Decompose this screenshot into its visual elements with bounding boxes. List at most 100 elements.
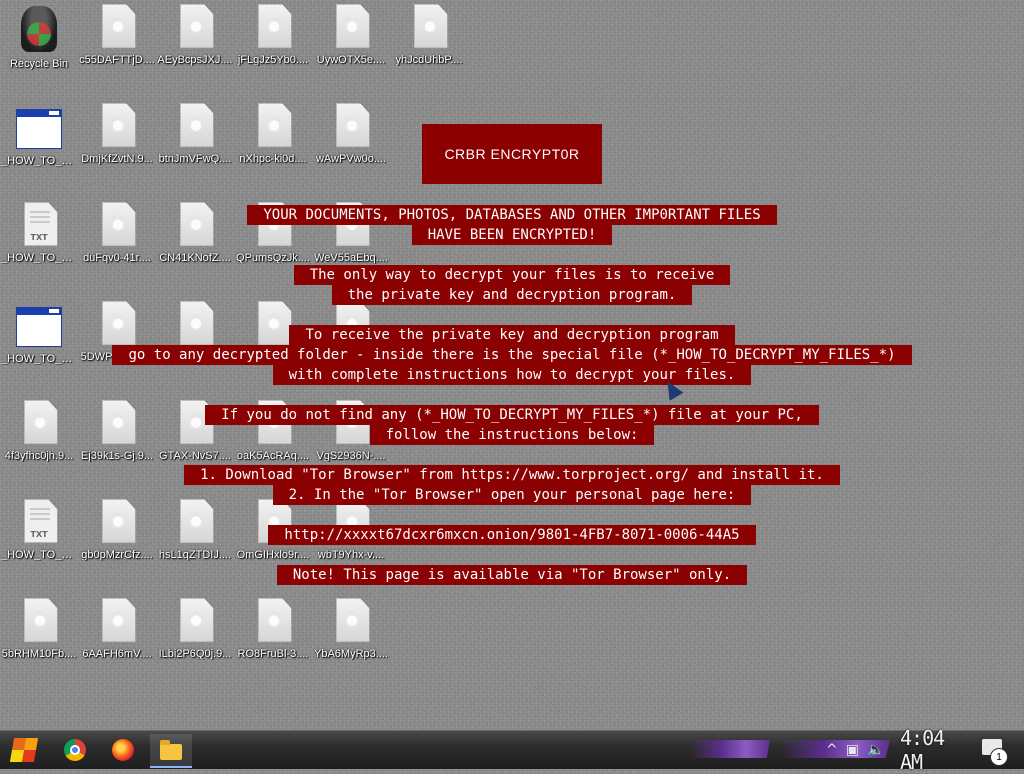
icon-label: AEyBcpsJXJ....: [157, 54, 233, 66]
icon-label: 4f3yfhc0jh.9...: [4, 450, 74, 462]
file-icon: [335, 400, 370, 444]
desktop-file[interactable]: QPumsQzJk....: [234, 202, 312, 292]
taskbar-clock[interactable]: 4:04 AM: [900, 726, 966, 774]
desktop-file[interactable]: hsL1qZTDIJ....: [156, 499, 234, 589]
file-icon: [101, 4, 136, 48]
recycle-bin-shortcut[interactable]: Recycle Bin: [0, 4, 78, 94]
desktop-file[interactable]: VgS2936N-....: [312, 400, 390, 490]
file-icon: [23, 400, 58, 444]
icon-label: jFLgJz5Yb0....: [237, 54, 309, 66]
desktop-file[interactable]: 4f3yfhc0jh.9...: [0, 400, 78, 490]
icon-label: btnJmVFwQ....: [158, 153, 232, 165]
file-icon: [335, 202, 370, 246]
desktop-file[interactable]: GTAX-NvS7....: [156, 400, 234, 490]
desktop-file[interactable]: duFqv0-41r....: [78, 202, 156, 292]
desktop-file[interactable]: wAwPVw0o....: [312, 103, 390, 193]
desktop-file[interactable]: XVzyjI5H9F....: [312, 301, 390, 391]
icon-label: ILbi2P6Q0j.9...: [158, 648, 232, 660]
desktop-file[interactable]: yhJcdUhbP....: [390, 4, 468, 94]
file-icon: [179, 4, 214, 48]
file-icon: [179, 499, 214, 543]
desktop-file[interactable]: OmGIHxlo9r....: [234, 499, 312, 589]
folder-icon: [160, 740, 182, 760]
icon-label: gb0pMzrCfz....: [81, 549, 153, 561]
desktop-file[interactable]: WeV55aEbq....: [312, 202, 390, 292]
file-icon: [179, 103, 214, 147]
icon-label: wAwPVw0o....: [315, 153, 387, 165]
icon-label: RO8FruBl-3....: [237, 648, 309, 660]
file-icon: [179, 400, 214, 444]
desktop-file[interactable]: jFLgJz5Yb0....: [234, 4, 312, 94]
file-icon: [257, 598, 292, 642]
icon-label: yhJcdUhbP....: [395, 54, 463, 66]
desktop-file[interactable]: 5bRHM10Fb....: [0, 598, 78, 688]
file-icon: [413, 4, 448, 48]
icon-label: 6AAFH6mV....: [82, 648, 152, 660]
file-icon: [101, 400, 136, 444]
txt-file-icon: TXT: [23, 202, 58, 246]
desktop-hta-file[interactable]: _HOW_TO_D...: [0, 301, 78, 391]
icon-label: YbA6MyRp3....: [314, 648, 388, 660]
desktop-file[interactable]: btnJmVFwQ....: [156, 103, 234, 193]
icon-label: Recycle Bin: [9, 58, 69, 70]
desktop-file[interactable]: YbA6MyRp3....: [312, 598, 390, 688]
icon-label: UywOTX5e....: [316, 54, 386, 66]
desktop-txt-file[interactable]: TXT _HOW_TO_D...: [0, 202, 78, 292]
file-icon: [335, 4, 370, 48]
file-icon: [257, 499, 292, 543]
desktop-file[interactable]: nXhpc-ki0d....: [234, 103, 312, 193]
desktop-file[interactable]: c55DAFTTjD....: [78, 4, 156, 94]
icon-label: Ej39k1s-Gj.9...: [80, 450, 154, 462]
file-icon: [335, 103, 370, 147]
icon-label: DmjKfZvtN.9...: [81, 153, 153, 165]
icon-label: _HOW_TO_D...: [1, 252, 77, 264]
show-hidden-icons-chevron-icon[interactable]: ^: [826, 742, 838, 758]
desktop: Recycle Bin c55DAFTTjD.... AEyBcpsJXJ...…: [0, 0, 1024, 730]
network-icon[interactable]: ▣: [846, 742, 859, 758]
desktop-file[interactable]: Cou0uqpZB....: [156, 301, 234, 391]
icon-label: WeV55aEbq....: [314, 252, 388, 264]
desktop-txt-file[interactable]: TXT _HOW_TO_D...: [0, 499, 78, 589]
file-icon: [101, 499, 136, 543]
icon-label: _HOW_TO_D...: [1, 155, 77, 167]
file-icon: [179, 301, 214, 345]
desktop-file[interactable]: CN41KNofZ....: [156, 202, 234, 292]
desktop-file[interactable]: oaK5AcRAq....: [234, 400, 312, 490]
file-icon: [257, 301, 292, 345]
icon-label: 0402VK0dW....: [236, 351, 310, 363]
desktop-file[interactable]: gb0pMzrCfz....: [78, 499, 156, 589]
desktop-file[interactable]: wbT9Yhx-v....: [312, 499, 390, 589]
taskbar: ^ ▣ 🔈 4:04 AM 1: [0, 726, 1024, 774]
icon-label: nXhpc-ki0d....: [239, 153, 307, 165]
desktop-file[interactable]: DmjKfZvtN.9...: [78, 103, 156, 193]
file-icon: [101, 598, 136, 642]
icon-label: QPumsQzJk....: [236, 252, 310, 264]
desktop-file[interactable]: RO8FruBl-3....: [234, 598, 312, 688]
file-icon: [257, 400, 292, 444]
start-logo-icon: [9, 738, 39, 762]
file-icon: [257, 103, 292, 147]
taskbar-app-file-explorer[interactable]: [150, 734, 192, 768]
notification-count-badge: 1: [990, 748, 1008, 766]
icon-label: GTAX-NvS7....: [159, 450, 231, 462]
desktop-file[interactable]: AEyBcpsJXJ....: [156, 4, 234, 94]
icon-label: 5bRHM10Fb....: [1, 648, 77, 660]
taskbar-app-chrome[interactable]: [54, 734, 96, 766]
volume-icon[interactable]: 🔈: [867, 742, 884, 758]
icon-label: CN41KNofZ....: [159, 252, 231, 264]
hta-window-icon: [16, 307, 62, 347]
txt-file-icon: TXT: [23, 499, 58, 543]
desktop-file[interactable]: 6AAFH6mV....: [78, 598, 156, 688]
taskbar-app-firefox[interactable]: [102, 734, 144, 766]
desktop-hta-file[interactable]: _HOW_TO_D...: [0, 103, 78, 193]
desktop-file[interactable]: 0402VK0dW....: [234, 301, 312, 391]
icon-label: OmGIHxlo9r....: [236, 549, 310, 561]
icon-label: 5DWPKyzlD....: [80, 351, 154, 363]
icon-label: VgS2936N-....: [316, 450, 386, 462]
desktop-file[interactable]: Ej39k1s-Gj.9...: [78, 400, 156, 490]
desktop-file[interactable]: UywOTX5e....: [312, 4, 390, 94]
icon-label: _HOW_TO_D...: [1, 549, 77, 561]
start-button[interactable]: [6, 734, 42, 766]
desktop-file[interactable]: 5DWPKyzlD....: [78, 301, 156, 391]
desktop-file[interactable]: ILbi2P6Q0j.9...: [156, 598, 234, 688]
